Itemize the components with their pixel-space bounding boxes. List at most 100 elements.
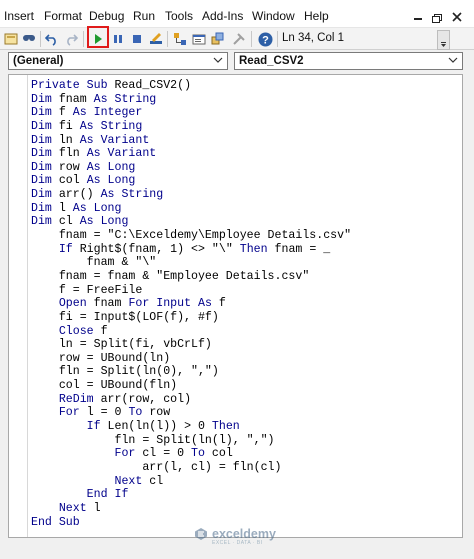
code-line[interactable]: Open fnam For Input As f bbox=[31, 297, 351, 311]
code-keyword: As Long bbox=[79, 215, 129, 229]
design-mode-icon[interactable] bbox=[148, 31, 164, 47]
close-icon[interactable] bbox=[452, 11, 462, 25]
menu-help[interactable]: Help bbox=[304, 9, 329, 23]
code-line[interactable]: For l = 0 To row bbox=[31, 406, 351, 420]
menu-add-ins[interactable]: Add-Ins bbox=[202, 9, 243, 23]
code-line[interactable]: Dim cl As Long bbox=[31, 215, 351, 229]
project-explorer-icon[interactable] bbox=[172, 31, 188, 47]
code-line[interactable]: Dim col As Long bbox=[31, 174, 351, 188]
code-line[interactable]: col = UBound(fln) bbox=[31, 379, 351, 393]
toolbox-icon[interactable] bbox=[231, 31, 247, 47]
code-line[interactable]: fln = Split(ln(l), ",") bbox=[31, 434, 351, 448]
code-line[interactable]: End Sub bbox=[31, 516, 351, 530]
menu-run[interactable]: Run bbox=[133, 9, 155, 23]
code-line[interactable]: Dim fln As Variant bbox=[31, 147, 351, 161]
exceldemy-watermark: exceldemy EXCEL · DATA · BI bbox=[194, 527, 276, 546]
code-line[interactable]: Dim ln As Variant bbox=[31, 134, 351, 148]
code-text: row = UBound(ln) bbox=[31, 351, 171, 365]
code-text: cl bbox=[58, 215, 80, 229]
code-text: fnam bbox=[58, 92, 94, 106]
exceldemy-logo-icon bbox=[195, 528, 207, 540]
code-keyword: For bbox=[114, 447, 143, 461]
restore-icon[interactable] bbox=[432, 12, 442, 26]
chevron-down-icon bbox=[213, 55, 223, 68]
code-text: arr(l, cl) = fln(cl) bbox=[31, 460, 282, 474]
code-text: f bbox=[100, 324, 108, 338]
code-line[interactable]: Dim fnam As String bbox=[31, 93, 351, 107]
code-line[interactable]: Dim arr() As String bbox=[31, 188, 351, 202]
code-line[interactable]: Private Sub Read_CSV2() bbox=[31, 79, 351, 93]
code-keyword: As Integer bbox=[72, 106, 143, 120]
code-line[interactable]: Dim f As Integer bbox=[31, 106, 351, 120]
code-text: fnam bbox=[93, 297, 129, 311]
code-line[interactable]: End If bbox=[31, 488, 351, 502]
code-keyword: Dim bbox=[31, 106, 59, 120]
code-line[interactable]: If Right$(fnam, 1) <> "\" Then fnam = _ bbox=[31, 243, 351, 257]
code-text: row bbox=[58, 160, 87, 174]
menu-format[interactable]: Format bbox=[44, 9, 82, 23]
code-keyword: As Long bbox=[72, 201, 122, 215]
code-window[interactable]: Private Sub Read_CSV2() Dim fnam As Strin… bbox=[8, 74, 463, 538]
code-text: row bbox=[149, 406, 171, 420]
code-keyword: Dim bbox=[31, 119, 59, 133]
code-keyword: Dim bbox=[31, 188, 59, 202]
code-text: f bbox=[58, 106, 73, 120]
code-line[interactable]: For cl = 0 To col bbox=[31, 447, 351, 461]
code-keyword: Dim bbox=[31, 147, 59, 161]
code-line[interactable]: Next cl bbox=[31, 475, 351, 489]
menu-debug[interactable]: Debug bbox=[89, 9, 124, 23]
object-dropdown[interactable]: (General) bbox=[8, 52, 228, 70]
menu-tools[interactable]: Tools bbox=[165, 9, 193, 23]
menu-insert[interactable]: Insert bbox=[4, 9, 34, 23]
standard-toolbar: ? bbox=[0, 28, 474, 50]
menu-bar: Insert Format Debug Run Tools Add-Ins Wi… bbox=[0, 0, 474, 28]
code-line[interactable]: row = UBound(ln) bbox=[31, 352, 351, 366]
code-line[interactable]: fi = Input$(LOF(f), #f) bbox=[31, 311, 351, 325]
find-icon[interactable] bbox=[21, 31, 37, 47]
watermark-name: exceldemy bbox=[212, 527, 276, 541]
code-text: arr(row, col) bbox=[100, 392, 192, 406]
minimize-icon[interactable] bbox=[414, 10, 422, 24]
code-line[interactable]: fln = Split(ln(0), ",") bbox=[31, 365, 351, 379]
toolbar-options-scroll[interactable] bbox=[437, 30, 450, 50]
insert-module-icon[interactable] bbox=[3, 31, 19, 47]
code-keyword: Dim bbox=[31, 201, 59, 215]
break-icon[interactable] bbox=[110, 31, 126, 47]
code-text: Read_CSV2() bbox=[114, 79, 192, 92]
code-line[interactable]: fnam & "\" bbox=[31, 256, 351, 270]
code-line[interactable]: fnam = fnam & "Employee Details.csv" bbox=[31, 270, 351, 284]
code-line[interactable]: Dim l As Long bbox=[31, 202, 351, 216]
code-editor[interactable]: Private Sub Read_CSV2() Dim fnam As Strin… bbox=[31, 79, 351, 529]
properties-window-icon[interactable] bbox=[191, 31, 207, 47]
procedure-dropdown[interactable]: Read_CSV2 bbox=[234, 52, 463, 70]
redo-icon[interactable] bbox=[63, 31, 79, 47]
code-text: arr() bbox=[58, 188, 101, 202]
code-text: ln bbox=[58, 133, 80, 147]
help-icon[interactable]: ? bbox=[257, 31, 273, 47]
object-dropdown-value: (General) bbox=[13, 55, 64, 67]
code-text: cl = 0 bbox=[142, 447, 192, 461]
code-keyword: End Sub bbox=[31, 515, 80, 529]
code-line[interactable]: Dim fi As String bbox=[31, 120, 351, 134]
code-text: fi = Input$(LOF(f), #f) bbox=[31, 310, 219, 324]
chevron-down-icon bbox=[448, 55, 458, 68]
code-line[interactable]: f = FreeFile bbox=[31, 284, 351, 298]
code-text: cl bbox=[149, 474, 164, 488]
code-line[interactable]: Dim row As Long bbox=[31, 161, 351, 175]
margin-indicator-bar bbox=[27, 75, 28, 537]
code-line[interactable]: Close f bbox=[31, 325, 351, 339]
code-line[interactable]: If Len(ln(l)) > 0 Then bbox=[31, 420, 351, 434]
reset-icon[interactable] bbox=[129, 31, 145, 47]
code-line[interactable]: Next l bbox=[31, 502, 351, 516]
code-line[interactable]: ln = Split(fi, vbCrLf) bbox=[31, 338, 351, 352]
code-line[interactable]: fnam = "C:\Exceldemy\Employee Details.cs… bbox=[31, 229, 351, 243]
object-browser-icon[interactable] bbox=[210, 31, 226, 47]
code-line[interactable]: ReDim arr(row, col) bbox=[31, 393, 351, 407]
menu-window[interactable]: Window bbox=[252, 9, 295, 23]
code-line[interactable]: arr(l, cl) = fln(cl) bbox=[31, 461, 351, 475]
undo-icon[interactable] bbox=[44, 31, 60, 47]
